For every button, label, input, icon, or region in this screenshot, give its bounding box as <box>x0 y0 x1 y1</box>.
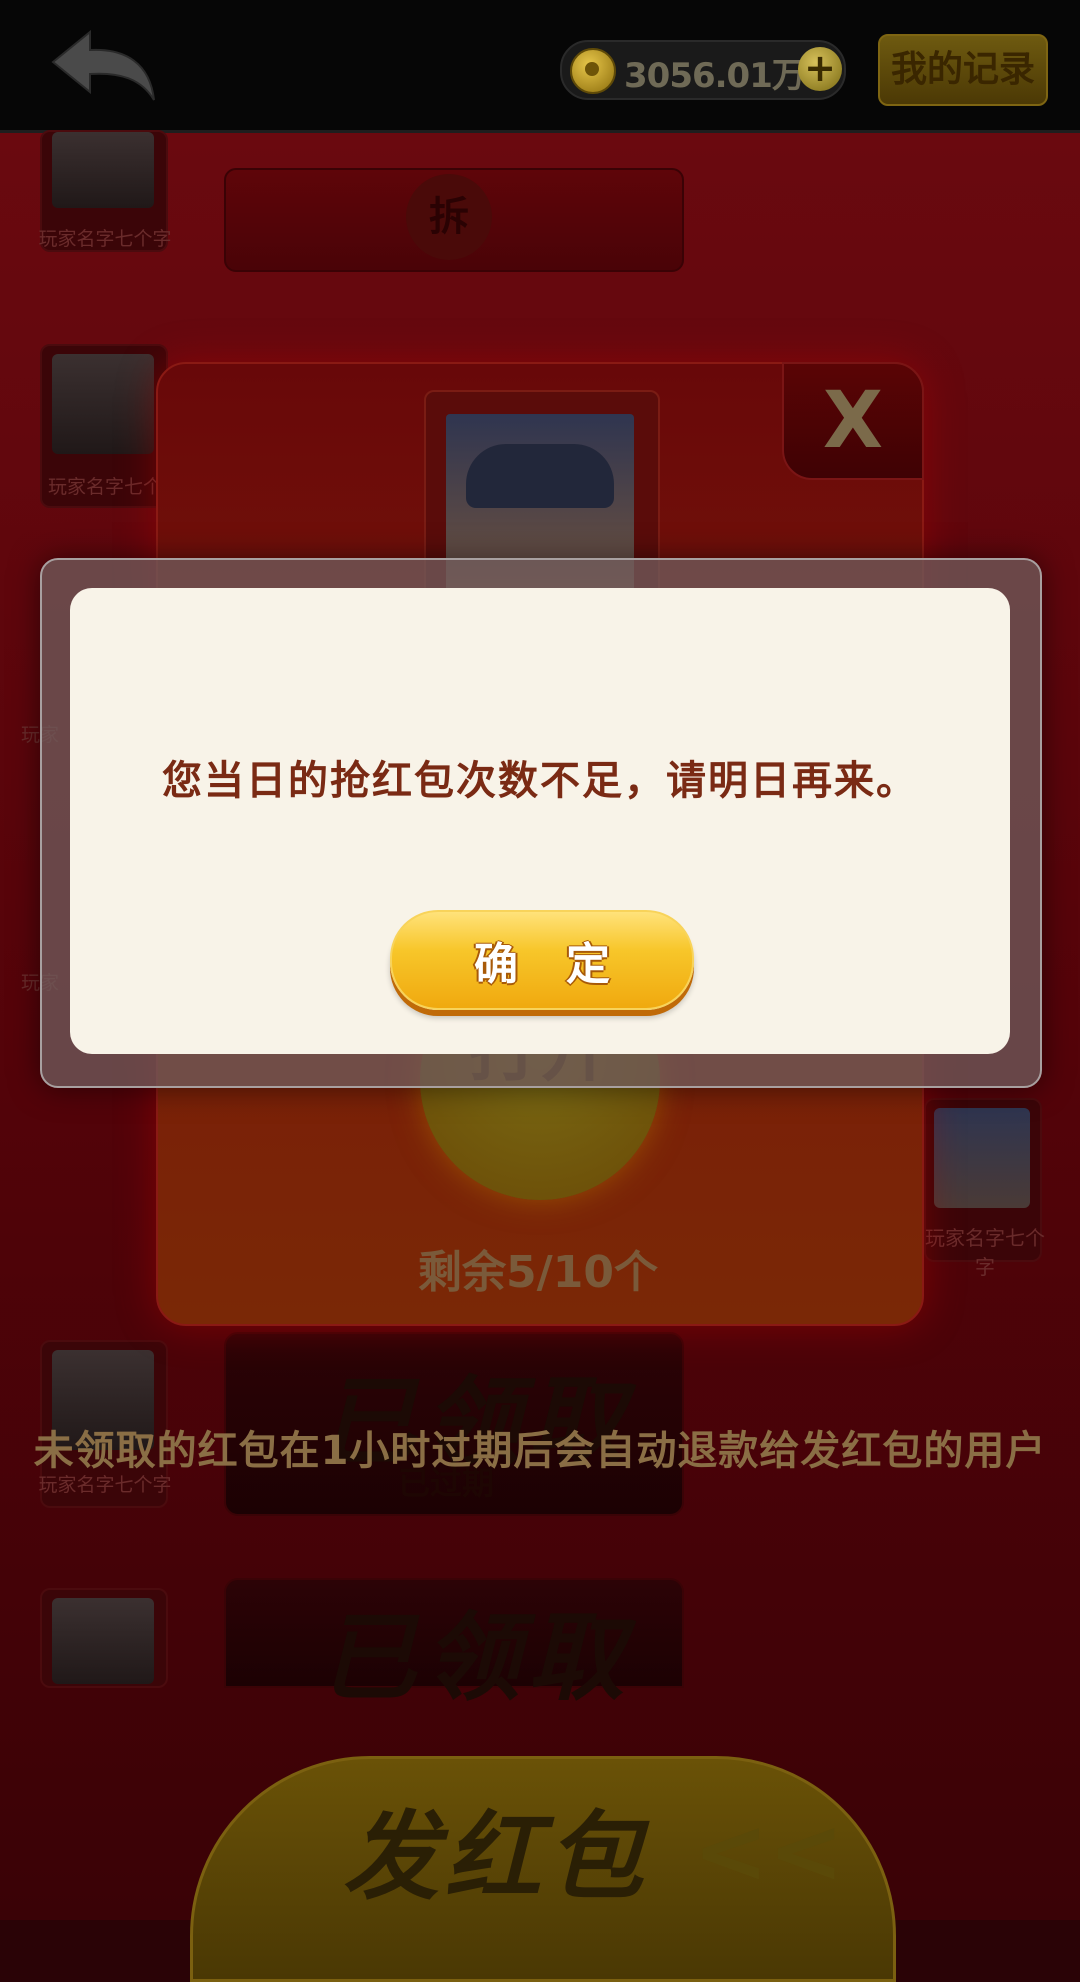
player-name: 玩家名字七个字 <box>925 1226 1045 1279</box>
confirm-button[interactable]: 确定 <box>390 910 694 1010</box>
top-bar: 3056.01万 + 我的记录 <box>0 0 1080 133</box>
envelope-open-button[interactable]: 拆 <box>406 174 492 260</box>
avatar <box>52 132 154 208</box>
coin-balance: 3056.01万 + <box>560 40 846 100</box>
double-chevron-left-icon: << <box>693 1799 844 1904</box>
expiry-info-text: 未领取的红包在1小时过期后会自动退款给发红包的用户 <box>33 1428 1047 1474</box>
claimed-envelope[interactable]: 已领取 <box>224 1578 684 1714</box>
send-red-packet-label: 发红包 <box>343 1801 649 1913</box>
confirm-label: 确定 <box>474 939 658 990</box>
send-red-packet-button[interactable]: 发红包 << <box>190 1756 896 1982</box>
close-icon: X <box>822 376 884 466</box>
coin-icon <box>570 48 616 94</box>
my-records-button[interactable]: 我的记录 <box>878 34 1048 106</box>
coin-amount: 3056.01万 <box>624 56 806 96</box>
cap-graphic <box>466 444 614 508</box>
claimed-label: 已领取 <box>320 1602 632 1714</box>
avatar <box>52 1598 154 1684</box>
popup-close-button[interactable]: X <box>782 362 924 480</box>
add-coins-icon[interactable]: + <box>798 47 842 91</box>
alert-message: 您当日的抢红包次数不足，请明日再来。 <box>162 758 918 804</box>
player-name: 玩家名字七个字 <box>38 228 172 250</box>
avatar <box>934 1108 1030 1208</box>
player-card <box>40 1588 168 1688</box>
red-envelope[interactable]: 拆 <box>224 168 684 272</box>
back-arrow-icon[interactable] <box>48 28 158 108</box>
remaining-count: 剩余5/10个 <box>418 1247 658 1298</box>
avatar <box>52 354 154 454</box>
